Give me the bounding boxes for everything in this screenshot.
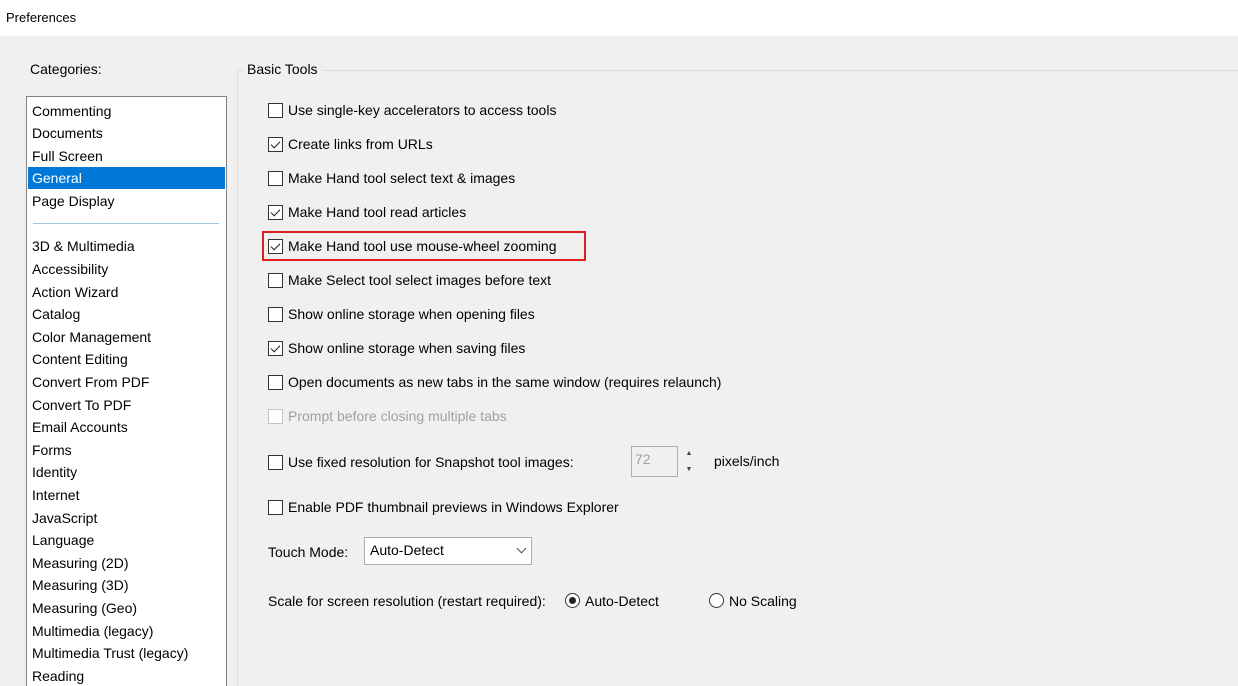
radio-auto-detect-label[interactable]: Auto-Detect xyxy=(585,593,659,609)
option-hand-select-text-images[interactable]: Make Hand tool select text & images xyxy=(268,168,515,188)
category-item-full-screen[interactable]: Full Screen xyxy=(28,145,225,167)
category-item-3d-multimedia[interactable]: 3D & Multimedia xyxy=(28,235,225,257)
category-item-javascript[interactable]: JavaScript xyxy=(28,507,225,529)
checkbox[interactable] xyxy=(268,102,283,118)
option-create-links-from-urls[interactable]: Create links from URLs xyxy=(268,134,433,154)
chevron-down-icon xyxy=(516,543,527,554)
checkbox[interactable] xyxy=(268,170,283,186)
option-open-as-new-tabs[interactable]: Open documents as new tabs in the same w… xyxy=(268,372,721,392)
option-label: Show online storage when opening files xyxy=(288,306,535,322)
category-item-identity[interactable]: Identity xyxy=(28,461,225,483)
option-snapshot-fixed-resolution[interactable]: Use fixed resolution for Snapshot tool i… xyxy=(268,452,574,472)
checkbox[interactable] xyxy=(268,306,283,322)
option-label: Enable PDF thumbnail previews in Windows… xyxy=(288,499,619,515)
radio-no-scaling[interactable] xyxy=(709,593,724,608)
category-item-documents[interactable]: Documents xyxy=(28,122,225,144)
option-label: Create links from URLs xyxy=(288,136,433,152)
category-item-multimedia-trust-legacy[interactable]: Multimedia Trust (legacy) xyxy=(28,642,225,664)
category-item-measuring-3d[interactable]: Measuring (3D) xyxy=(28,574,225,596)
category-item-color-management[interactable]: Color Management xyxy=(28,326,225,348)
categories-label: Categories: xyxy=(30,61,102,77)
option-online-storage-saving[interactable]: Show online storage when saving files xyxy=(268,338,525,358)
option-label: Open documents as new tabs in the same w… xyxy=(288,374,722,390)
highlight-box xyxy=(262,231,586,261)
touch-mode-label: Touch Mode: xyxy=(268,544,349,560)
checkbox-checked[interactable] xyxy=(268,340,283,356)
checkbox[interactable] xyxy=(268,499,283,515)
category-item-language[interactable]: Language xyxy=(28,529,225,551)
category-item-general[interactable]: General xyxy=(28,167,225,189)
spin-up-icon[interactable]: ▲ xyxy=(680,446,698,461)
option-label: Make Hand tool select text & images xyxy=(288,170,516,186)
category-item-content-editing[interactable]: Content Editing xyxy=(28,348,225,370)
category-item-reading[interactable]: Reading xyxy=(28,665,225,686)
option-select-images-before-text[interactable]: Make Select tool select images before te… xyxy=(268,270,551,290)
option-label: Use fixed resolution for Snapshot tool i… xyxy=(288,454,574,470)
option-label: Use single-key accelerators to access to… xyxy=(288,102,557,118)
option-prompt-closing-tabs: Prompt before closing multiple tabs xyxy=(268,406,507,426)
scale-resolution-label: Scale for screen resolution (restart req… xyxy=(268,593,546,609)
option-label: Prompt before closing multiple tabs xyxy=(288,408,507,424)
spin-down-icon[interactable]: ▼ xyxy=(680,462,698,477)
option-hand-read-articles[interactable]: Make Hand tool read articles xyxy=(268,202,466,222)
option-label: Show online storage when saving files xyxy=(288,340,526,356)
option-label: Make Select tool select images before te… xyxy=(288,272,552,288)
category-item-multimedia-legacy[interactable]: Multimedia (legacy) xyxy=(28,620,225,642)
option-pdf-thumbnail-previews[interactable]: Enable PDF thumbnail previews in Windows… xyxy=(268,497,619,517)
touch-mode-value: Auto-Detect xyxy=(370,542,444,558)
checkbox-checked[interactable] xyxy=(268,204,283,220)
radio-no-scaling-label[interactable]: No Scaling xyxy=(729,593,797,609)
category-item-measuring-geo[interactable]: Measuring (Geo) xyxy=(28,597,225,619)
resolution-units: pixels/inch xyxy=(714,453,780,469)
category-item-accessibility[interactable]: Accessibility xyxy=(28,258,225,280)
window-title: Preferences xyxy=(6,10,77,25)
snapshot-resolution-input[interactable]: 72 xyxy=(631,446,678,477)
category-item-page-display[interactable]: Page Display xyxy=(28,190,225,212)
option-single-key-accelerators[interactable]: Use single-key accelerators to access to… xyxy=(268,100,556,120)
snapshot-resolution-spinner[interactable]: ▲ ▼ xyxy=(680,446,698,477)
touch-mode-select[interactable]: Auto-Detect xyxy=(364,537,532,565)
checkbox[interactable] xyxy=(268,374,283,390)
option-online-storage-opening[interactable]: Show online storage when opening files xyxy=(268,304,535,324)
category-item-measuring-2d[interactable]: Measuring (2D) xyxy=(28,552,225,574)
category-item-convert-from-pdf[interactable]: Convert From PDF xyxy=(28,371,225,393)
category-separator xyxy=(33,223,219,224)
category-item-forms[interactable]: Forms xyxy=(28,439,225,461)
category-item-convert-to-pdf[interactable]: Convert To PDF xyxy=(28,394,225,416)
basic-tools-title: Basic Tools xyxy=(244,61,322,77)
categories-list[interactable]: Commenting Documents Full Screen General… xyxy=(26,96,227,686)
category-item-email-accounts[interactable]: Email Accounts xyxy=(28,416,225,438)
option-label: Make Hand tool read articles xyxy=(288,204,467,220)
category-item-action-wizard[interactable]: Action Wizard xyxy=(28,281,225,303)
checkbox-checked[interactable] xyxy=(268,136,283,152)
category-item-internet[interactable]: Internet xyxy=(28,484,225,506)
checkbox[interactable] xyxy=(268,454,283,470)
category-item-catalog[interactable]: Catalog xyxy=(28,303,225,325)
checkbox[interactable] xyxy=(268,272,283,288)
title-bar: Preferences xyxy=(0,0,1238,36)
category-item-commenting[interactable]: Commenting xyxy=(28,100,225,122)
radio-auto-detect[interactable] xyxy=(565,593,580,608)
checkbox-disabled xyxy=(268,408,283,424)
